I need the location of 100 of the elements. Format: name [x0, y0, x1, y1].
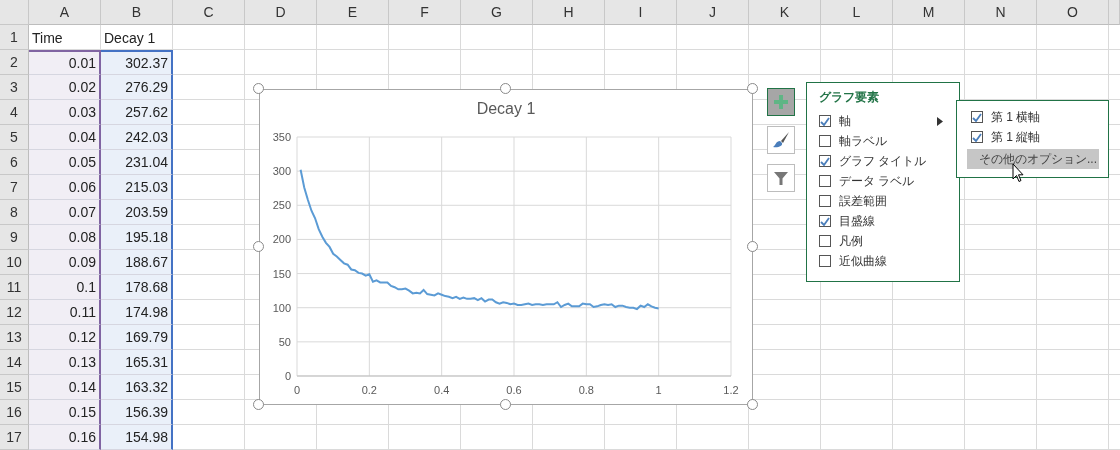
- resize-handle[interactable]: [747, 83, 758, 94]
- column-header[interactable]: B: [101, 0, 173, 25]
- table-cell: 302.37: [101, 50, 173, 75]
- resize-handle[interactable]: [253, 241, 264, 252]
- y-tick-label: 100: [272, 301, 291, 314]
- checkbox[interactable]: [819, 195, 831, 207]
- checkbox[interactable]: [819, 255, 831, 267]
- filter-button[interactable]: [767, 164, 795, 192]
- row-header[interactable]: 14: [0, 350, 29, 375]
- y-tick-label: 250: [272, 199, 291, 212]
- column-header[interactable]: H: [533, 0, 605, 25]
- elements-button[interactable]: [767, 88, 795, 116]
- y-tick-label: 0: [284, 370, 291, 382]
- x-tick-label: 0.8: [578, 384, 594, 396]
- table-cell: 0.07: [29, 200, 101, 225]
- row-header[interactable]: 3: [0, 75, 29, 100]
- row-header[interactable]: 11: [0, 275, 29, 300]
- row-header[interactable]: 7: [0, 175, 29, 200]
- resize-handle[interactable]: [747, 241, 758, 252]
- submenu-arrow-icon[interactable]: [937, 117, 943, 126]
- table-cell: 231.04: [101, 150, 173, 175]
- table-cell: 0.1: [29, 275, 101, 300]
- table-cell: 203.59: [101, 200, 173, 225]
- chart-area[interactable]: Decay 1 0 50 100 150 200 250 300 350 0 0.2 0.4 0.6 0.8 1 1.2: [259, 89, 753, 405]
- row-header[interactable]: 4: [0, 100, 29, 125]
- table-cell: 0.05: [29, 150, 101, 175]
- table-cell: 0.06: [29, 175, 101, 200]
- x-tick-label: 1: [655, 384, 662, 396]
- table-cell-text: Time: [31, 28, 64, 48]
- table-cell: 156.39: [101, 400, 173, 425]
- row-header[interactable]: 15: [0, 375, 29, 400]
- column-header[interactable]: N: [965, 0, 1037, 25]
- checkbox[interactable]: [971, 131, 983, 143]
- column-header[interactable]: G: [461, 0, 533, 25]
- row-header[interactable]: 17: [0, 425, 29, 450]
- table-cell: 0.04: [29, 125, 101, 150]
- checkbox[interactable]: [819, 135, 831, 147]
- table-cell: 0.01: [29, 50, 101, 75]
- column-header[interactable]: C: [173, 0, 245, 25]
- option-label[interactable]: 第 1 縦軸: [991, 128, 1041, 146]
- x-tick-label: 0.2: [361, 384, 377, 396]
- option-label[interactable]: 軸: [839, 112, 851, 130]
- y-tick-label: 200: [272, 233, 291, 246]
- styles-button[interactable]: [767, 126, 795, 154]
- column-header[interactable]: F: [389, 0, 461, 25]
- option-label[interactable]: 目盛線: [839, 212, 875, 230]
- y-tick-label: 300: [272, 165, 291, 178]
- column-header[interactable]: K: [749, 0, 821, 25]
- table-cell: 0.08: [29, 225, 101, 250]
- checkbox[interactable]: [819, 175, 831, 187]
- resize-handle[interactable]: [500, 83, 511, 94]
- table-cell: 0.09: [29, 250, 101, 275]
- row-header[interactable]: 12: [0, 300, 29, 325]
- option-label[interactable]: 近似曲線: [839, 252, 887, 270]
- table-cell: 165.31: [101, 350, 173, 375]
- resize-handle[interactable]: [747, 399, 758, 410]
- x-tick-label: 0.4: [434, 384, 450, 396]
- row-header[interactable]: 8: [0, 200, 29, 225]
- row-header[interactable]: 9: [0, 225, 29, 250]
- row-header[interactable]: 13: [0, 325, 29, 350]
- checkbox[interactable]: [819, 155, 831, 167]
- resize-handle[interactable]: [500, 399, 511, 410]
- row-header[interactable]: 6: [0, 150, 29, 175]
- column-header[interactable]: M: [893, 0, 965, 25]
- checkbox[interactable]: [819, 215, 831, 227]
- option-label[interactable]: データ ラベル: [839, 172, 915, 190]
- x-tick-label: 0.6: [506, 384, 522, 396]
- row-header[interactable]: 16: [0, 400, 29, 425]
- checkbox[interactable]: [819, 115, 831, 127]
- column-header[interactable]: O: [1037, 0, 1109, 25]
- table-cell: 163.32: [101, 375, 173, 400]
- row-header[interactable]: 5: [0, 125, 29, 150]
- row-header[interactable]: 10: [0, 250, 29, 275]
- table-cell: 0.02: [29, 75, 101, 100]
- option-label[interactable]: 第 1 横軸: [991, 108, 1041, 126]
- y-tick-label: 50: [278, 335, 291, 348]
- table-cell: 178.68: [101, 275, 173, 300]
- column-header[interactable]: E: [317, 0, 389, 25]
- table-cell: 154.98: [101, 425, 173, 450]
- column-header[interactable]: J: [677, 0, 749, 25]
- table-cell: 174.98: [101, 300, 173, 325]
- checkbox[interactable]: [819, 235, 831, 247]
- table-cell: 242.03: [101, 125, 173, 150]
- option-label[interactable]: 凡例: [839, 232, 863, 250]
- row-header[interactable]: 2: [0, 50, 29, 75]
- checkbox[interactable]: [971, 111, 983, 123]
- table-cell: 215.03: [101, 175, 173, 200]
- option-label[interactable]: 軸ラベル: [839, 132, 887, 150]
- column-header[interactable]: I: [605, 0, 677, 25]
- option-label[interactable]: グラフ タイトル: [839, 152, 927, 170]
- option-label[interactable]: 誤差範囲: [839, 192, 887, 210]
- y-tick-label: 150: [272, 267, 291, 280]
- table-cell: 257.62: [101, 100, 173, 125]
- resize-handle[interactable]: [253, 83, 264, 94]
- resize-handle[interactable]: [253, 399, 264, 410]
- column-header[interactable]: A: [29, 0, 101, 25]
- column-header[interactable]: L: [821, 0, 893, 25]
- column-header[interactable]: D: [245, 0, 317, 25]
- more-options-item[interactable]: その他のオプション...: [967, 149, 1099, 169]
- row-header[interactable]: 1: [0, 25, 29, 50]
